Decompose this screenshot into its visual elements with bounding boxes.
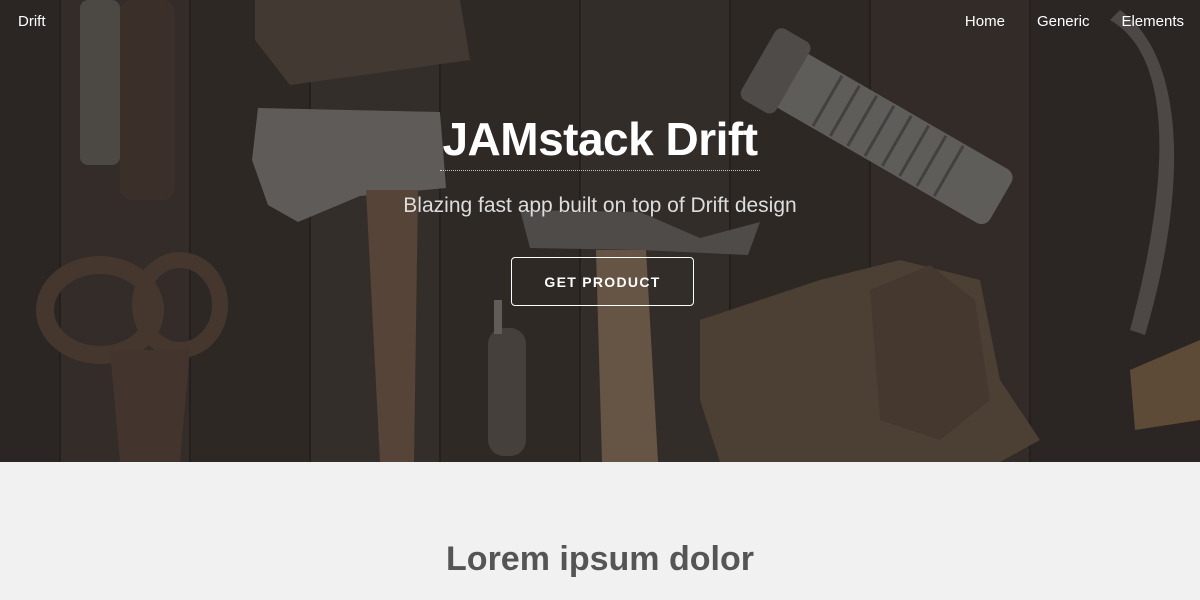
main-navigation: Home Generic Elements <box>965 13 1184 30</box>
section-heading: Lorem ipsum dolor <box>446 540 754 578</box>
hero-title-text: JAMstack Drift <box>440 112 760 171</box>
nav-item-generic[interactable]: Generic <box>1037 13 1090 30</box>
hero-title: JAMstack Drift <box>0 112 1200 171</box>
hero-overlay <box>0 0 1200 462</box>
get-product-button[interactable]: GET PRODUCT <box>511 257 694 306</box>
nav-item-home[interactable]: Home <box>965 13 1005 30</box>
site-name-link[interactable]: Drift <box>18 13 46 30</box>
nav-item-elements[interactable]: Elements <box>1121 13 1184 30</box>
hero-subtitle: Blazing fast app built on top of Drift d… <box>403 194 797 217</box>
hero-banner <box>0 0 1200 462</box>
